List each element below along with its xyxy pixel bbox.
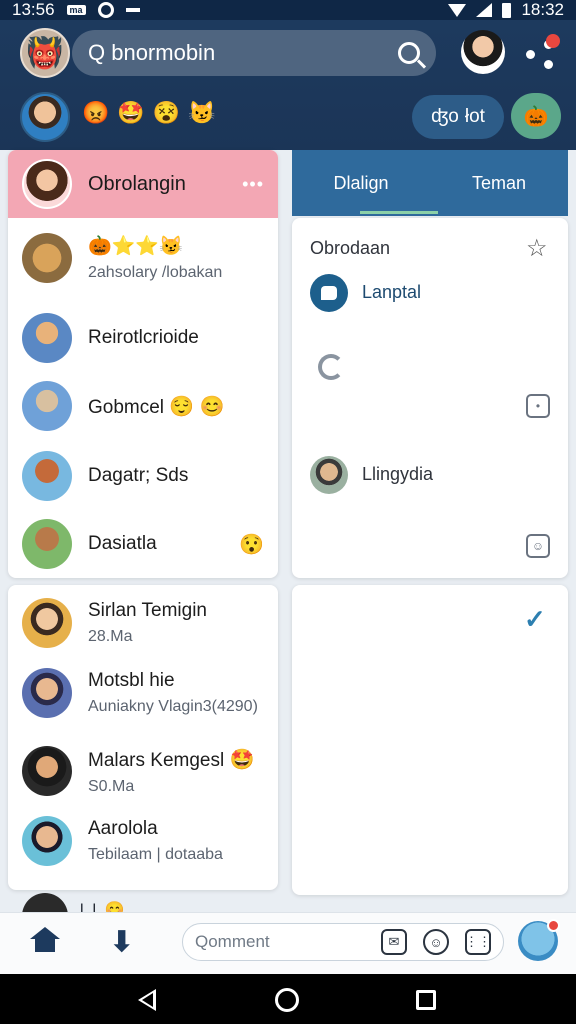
chat-header[interactable]: Obrolangin •••: [8, 150, 278, 218]
list-item[interactable]: 🎃⭐⭐😼 2ahsolary /lobakan: [8, 230, 278, 286]
avatar: [22, 313, 72, 363]
search-icon[interactable]: [398, 42, 420, 64]
status-time-left: 13:56: [12, 0, 55, 19]
notification-icon: [97, 2, 114, 18]
list-item-emoji: 😌 😊: [169, 395, 225, 418]
wifi-icon: [448, 3, 467, 17]
avatar: [22, 816, 72, 866]
user-avatar[interactable]: [20, 92, 70, 142]
list-item[interactable]: Gobmcel 😌 😊: [8, 380, 278, 432]
home-icon[interactable]: [30, 927, 60, 953]
list-item-title: Reirotlcrioide: [88, 327, 199, 348]
emoji-1[interactable]: 😡: [82, 100, 109, 126]
conversation-item-title[interactable]: Lanptal: [362, 282, 421, 303]
share-icon[interactable]: [524, 34, 560, 70]
emoji-icon[interactable]: ☺: [423, 929, 449, 955]
avatar: [22, 668, 72, 718]
list-item-title: Gobmcel 😌 😊: [88, 394, 264, 419]
comment-input-box[interactable]: Qomment ✉ ☺ ⋮⋮: [182, 923, 504, 961]
list-item-subtitle: S0.Ma: [88, 777, 135, 795]
chat-header-title: Obrolangin: [88, 172, 186, 195]
list-item-subtitle: Tebilaam | dotaaba: [88, 846, 223, 863]
search-input[interactable]: Q bnormobin: [88, 40, 398, 66]
tab-indicator: [360, 211, 438, 214]
tab-bar: Dlalign Teman: [292, 150, 568, 216]
back-icon[interactable]: [138, 989, 156, 1011]
status-bar: 13:56 ma 18:32: [0, 0, 576, 20]
list-item-subtitle: 28.Ma: [88, 628, 133, 645]
home-button-icon[interactable]: [275, 988, 299, 1012]
list-item[interactable]: Aarolola Tebilaam | dotaaba: [8, 813, 278, 869]
pill-left-label: ʤo: [431, 106, 459, 127]
check-icon[interactable]: ✓: [524, 604, 546, 635]
recent-apps-icon[interactable]: [416, 990, 436, 1010]
notification-dot: [546, 34, 560, 48]
chat-header-avatar: [22, 159, 72, 209]
list-item-name: Gobmcel: [88, 396, 165, 418]
tab-dialog[interactable]: Dlalign: [292, 173, 430, 194]
download-icon[interactable]: ⬇: [110, 925, 133, 958]
profile-avatar[interactable]: [461, 30, 505, 74]
list-item-emoji: 🤩: [229, 748, 255, 771]
mail-icon[interactable]: ✉: [381, 929, 407, 955]
more-options-icon[interactable]: •••: [242, 174, 264, 195]
pill-right-label: łot: [464, 106, 485, 127]
status-pill-button[interactable]: ʤo łot: [412, 95, 504, 139]
notification-dot: [547, 919, 560, 932]
avatar: [22, 451, 72, 501]
status-badge: ma: [66, 5, 86, 15]
sticker-icon[interactable]: ☺: [526, 534, 550, 558]
status-time-right: 18:32: [521, 0, 564, 19]
list-item-subtitle: Auniakny Vlagin3(4290): [88, 698, 258, 715]
avatar: [22, 746, 72, 796]
battery-icon: [502, 2, 512, 18]
list-item[interactable]: Reirotlcrioide: [8, 312, 278, 364]
emoji-3[interactable]: 😵: [153, 100, 180, 126]
minus-icon: [125, 8, 140, 12]
section-label: Obrodaan: [310, 238, 391, 258]
list-item[interactable]: Sirlan Temigin 28.Ma: [8, 595, 278, 651]
list-item[interactable]: Dagatr; Sds: [8, 450, 278, 502]
avatar: [22, 233, 72, 283]
mascot-avatar[interactable]: 👹: [20, 28, 70, 78]
list-item-name: Malars Kemgesl: [88, 749, 225, 771]
list-item-title: Dasiatla: [88, 533, 157, 554]
loading-icon: [318, 354, 344, 380]
emoji-2[interactable]: 🤩: [117, 100, 144, 126]
comment-input[interactable]: Qomment: [195, 932, 365, 952]
list-item[interactable]: Malars Kemgesl 🤩 S0.Ma: [8, 743, 278, 799]
avatar: [22, 519, 72, 569]
pumpkin-icon: 🎃: [523, 105, 549, 128]
list-item-title: 🎃⭐⭐😼: [88, 236, 183, 257]
list-item-title: Malars Kemgesl 🤩: [88, 747, 264, 772]
conversation-item-title[interactable]: Llingydia: [362, 464, 433, 485]
chat-list-panel: Obrolangin ••• 🎃⭐⭐😼 2ahsolary /lobakan R…: [8, 150, 278, 578]
bot-avatar[interactable]: [518, 919, 560, 961]
app-header: 👹 Q bnormobin 😡 🤩 😵 😼 ʤo łot 🎃: [0, 20, 576, 150]
list-item[interactable]: Dasiatla 😯: [8, 518, 278, 570]
list-item-title: Motsbl hie: [88, 670, 175, 691]
emoji-reactions: 😡 🤩 😵 😼: [82, 100, 216, 126]
list-item-title: Sirlan Temigin: [88, 600, 207, 621]
recent-contacts-panel: Sirlan Temigin 28.Ma Motsbl hie Auniakny…: [8, 585, 278, 890]
avatar: [22, 598, 72, 648]
list-item-title: Dagatr; Sds: [88, 465, 189, 486]
pumpkin-button[interactable]: 🎃: [511, 93, 561, 139]
avatar: [22, 381, 72, 431]
list-item-title: Aarolola: [88, 818, 158, 839]
avatar: [310, 456, 348, 494]
search-bar[interactable]: Q bnormobin: [72, 30, 436, 76]
list-item-emoji: 😯: [239, 533, 264, 556]
bottom-navigation: ⬇ Qomment ✉ ☺ ⋮⋮: [0, 912, 576, 974]
tab-teman[interactable]: Teman: [430, 173, 568, 194]
chat-bubble-icon: [310, 274, 348, 312]
clipboard-icon[interactable]: •: [526, 394, 550, 418]
emoji-4[interactable]: 😼: [188, 100, 215, 126]
signal-icon: [476, 3, 493, 17]
star-icon[interactable]: ☆: [526, 234, 548, 263]
list-item[interactable]: Motsbl hie Auniakny Vlagin3(4290): [8, 665, 278, 721]
face-icon[interactable]: ⋮⋮: [465, 929, 491, 955]
system-navigation: [0, 974, 576, 1024]
list-item-subtitle: 2ahsolary /lobakan: [88, 264, 223, 281]
